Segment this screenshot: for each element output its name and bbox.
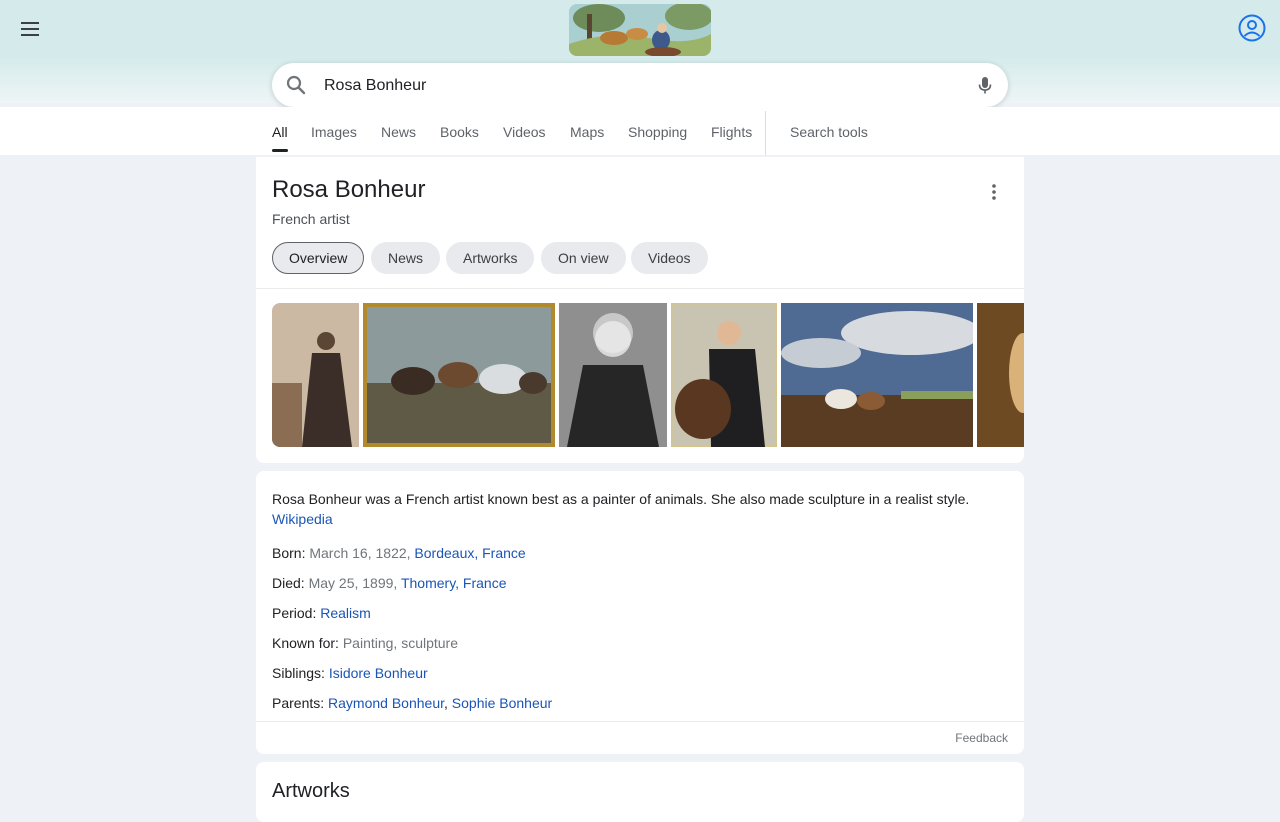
deathplace-link[interactable]: Thomery, France [401, 575, 507, 591]
fact-period: Period: Realism [272, 605, 371, 621]
fact-label: Period: [272, 605, 317, 621]
tab-maps[interactable]: Maps [570, 124, 604, 140]
gallery-image[interactable] [671, 303, 777, 447]
fact-label: Parents: [272, 695, 325, 711]
sibling-link[interactable]: Isidore Bonheur [329, 665, 428, 681]
fact-value: Painting, sculpture [342, 635, 459, 651]
fact-label: Born: [272, 545, 306, 561]
tab-images[interactable]: Images [311, 124, 357, 140]
fact-parents: Parents: Raymond Bonheur, Sophie Bonheur [272, 695, 552, 711]
gallery-image[interactable] [363, 303, 555, 447]
period-link[interactable]: Realism [320, 605, 371, 621]
parent-link[interactable]: Sophie Bonheur [452, 695, 552, 711]
parent-link[interactable]: Raymond Bonheur [328, 695, 444, 711]
wikipedia-link[interactable]: Wikipedia [272, 511, 333, 527]
fact-died: Died: May 25, 1899, Thomery, France [272, 575, 507, 591]
tabs-divider [765, 111, 766, 155]
fact-known-for: Known for: Painting, sculpture [272, 635, 458, 651]
fact-label: Siblings: [272, 665, 325, 681]
image-gallery [272, 303, 1024, 447]
gallery-image[interactable] [977, 303, 1024, 447]
search-icon[interactable] [286, 75, 306, 95]
birthplace-link[interactable]: Bordeaux, France [414, 545, 525, 561]
tab-books[interactable]: Books [440, 124, 479, 140]
knowledge-panel-header: Rosa Bonheur French artist Overview News… [256, 157, 1024, 463]
doodle-image[interactable] [569, 4, 711, 56]
fact-value: March 16, 1822, [309, 545, 415, 561]
search-input[interactable] [322, 71, 946, 101]
feedback-link[interactable]: Feedback [955, 731, 1008, 745]
chip-on-view[interactable]: On view [541, 242, 626, 274]
tab-news[interactable]: News [381, 124, 416, 140]
search-tabs: All Images News Books Videos Maps Shoppi… [0, 107, 1280, 155]
search-box [272, 63, 1008, 107]
chip-artworks[interactable]: Artworks [446, 242, 535, 274]
fact-siblings: Siblings: Isidore Bonheur [272, 665, 428, 681]
chip-videos[interactable]: Videos [631, 242, 708, 274]
fact-born: Born: March 16, 1822, Bordeaux, France [272, 545, 526, 561]
tab-all[interactable]: All [272, 124, 288, 152]
more-options-icon[interactable] [984, 182, 1004, 202]
artworks-section: Artworks [256, 762, 1024, 822]
entity-title: Rosa Bonheur [272, 176, 426, 203]
microphone-icon[interactable] [975, 75, 995, 95]
search-tools-button[interactable]: Search tools [790, 124, 868, 140]
gallery-image[interactable] [559, 303, 667, 447]
chip-overview[interactable]: Overview [272, 242, 365, 274]
account-icon[interactable] [1238, 14, 1266, 42]
entity-description: Rosa Bonheur was a French artist known b… [272, 489, 1002, 529]
divider [256, 288, 1024, 289]
divider [256, 721, 1024, 722]
fact-label: Known for: [272, 635, 339, 651]
knowledge-panel-details: Rosa Bonheur was a French artist known b… [256, 471, 1024, 754]
fact-label: Died: [272, 575, 305, 591]
tab-flights[interactable]: Flights [711, 124, 752, 140]
separator: , [444, 695, 452, 711]
gallery-image[interactable] [781, 303, 973, 447]
menu-icon[interactable] [18, 18, 42, 42]
chip-news[interactable]: News [371, 242, 441, 274]
fact-value: May 25, 1899, [308, 575, 401, 591]
tab-shopping[interactable]: Shopping [628, 124, 687, 140]
description-text: Rosa Bonheur was a French artist known b… [272, 491, 970, 507]
tab-videos[interactable]: Videos [503, 124, 546, 140]
gallery-image[interactable] [272, 303, 359, 447]
entity-subtitle: French artist [272, 211, 350, 227]
